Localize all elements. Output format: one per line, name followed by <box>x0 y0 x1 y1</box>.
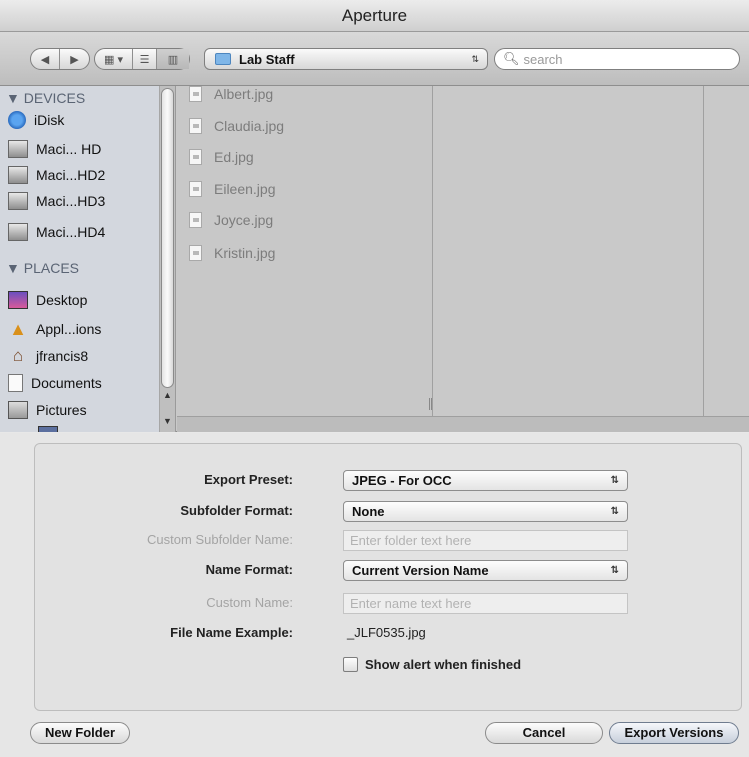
file-item[interactable]: Claudia.jpg <box>189 114 284 138</box>
popup-arrows-icon: ⇅ <box>610 475 619 486</box>
popup-arrows-icon: ⇅ <box>610 506 619 517</box>
sidebar-item-documents[interactable]: Documents <box>8 373 102 393</box>
back-arrow-icon: ◀ <box>40 53 50 66</box>
places-header[interactable]: ▼ PLACES <box>6 260 79 276</box>
name-format-label: Name Format: <box>205 562 293 577</box>
jpeg-file-icon <box>189 86 202 102</box>
file-name-example-label: File Name Example: <box>170 625 293 640</box>
column-view-button[interactable]: ▥ <box>157 49 189 69</box>
jpeg-file-icon <box>189 149 202 165</box>
column-resize-handle[interactable] <box>429 398 432 410</box>
show-alert-label[interactable]: Show alert when finished <box>365 657 521 672</box>
cancel-button[interactable]: Cancel <box>485 722 603 744</box>
preview-column <box>434 86 704 432</box>
horizontal-scrollbar[interactable] <box>177 416 749 432</box>
sidebar: ▼ DEVICES iDisk Maci... HD Maci...HD2 Ma… <box>0 86 176 432</box>
popup-arrows-icon: ⇅ <box>610 565 619 576</box>
home-icon: ⌂ <box>12 346 24 365</box>
sidebar-scrollbar[interactable]: ▲ ▼ <box>159 86 175 432</box>
name-format-popup[interactable]: Current Version Name ⇅ <box>343 560 628 581</box>
back-button[interactable]: ◀ <box>31 49 60 69</box>
location-label: Lab Staff <box>239 51 295 67</box>
subfolder-format-label: Subfolder Format: <box>180 503 293 518</box>
icon-view-button[interactable]: ▦ ▾ <box>95 49 133 69</box>
location-popup[interactable]: Lab Staff ⇅ <box>204 48 488 70</box>
sidebar-item-hd4[interactable]: Maci...HD4 <box>8 222 105 242</box>
sidebar-item-desktop[interactable]: Desktop <box>8 290 87 310</box>
window-title: Aperture <box>0 0 749 32</box>
new-folder-button[interactable]: New Folder <box>30 722 130 744</box>
columns-icon: ▥ <box>167 53 179 66</box>
custom-subfolder-field[interactable]: Enter folder text here <box>343 530 628 551</box>
toolbar: ◀ ▶ ▦ ▾ ☰ ▥ Lab Staff ⇅ 🔍︎ search <box>0 32 749 86</box>
folder-icon <box>215 53 231 65</box>
subfolder-format-popup[interactable]: None ⇅ <box>343 501 628 522</box>
jpeg-file-icon <box>189 118 202 134</box>
list-icon: ☰ <box>139 53 150 66</box>
file-column: Albert.jpg Claudia.jpg Ed.jpg Eileen.jpg… <box>177 86 433 432</box>
sidebar-item-hd3[interactable]: Maci...HD3 <box>8 191 105 211</box>
devices-header[interactable]: ▼ DEVICES <box>6 90 85 106</box>
custom-subfolder-label: Custom Subfolder Name: <box>147 532 293 547</box>
search-placeholder: search <box>523 51 563 67</box>
hard-drive-icon <box>8 192 28 210</box>
file-browser: ▼ DEVICES iDisk Maci... HD Maci...HD2 Ma… <box>0 86 749 432</box>
sidebar-item-home[interactable]: ⌂ jfrancis8 <box>13 346 88 366</box>
export-preset-label: Export Preset: <box>204 472 293 487</box>
hard-drive-icon <box>8 223 28 241</box>
sidebar-item-pictures[interactable]: Pictures <box>8 400 87 420</box>
pictures-icon <box>8 401 28 419</box>
sidebar-item-hd2[interactable]: Maci...HD2 <box>8 165 105 185</box>
desktop-icon <box>8 291 28 309</box>
icon-grid-icon: ▦ ▾ <box>104 53 123 66</box>
sidebar-item-partial-icon <box>38 426 58 432</box>
options-panel: Export Preset: JPEG - For OCC ⇅ Subfolder… <box>34 443 742 711</box>
scroll-up-icon[interactable]: ▲ <box>163 390 172 400</box>
empty-column <box>705 86 749 432</box>
search-icon: 🔍︎ <box>503 51 520 66</box>
search-field[interactable]: 🔍︎ search <box>494 48 740 70</box>
export-options: Export Preset: JPEG - For OCC ⇅ Subfolder… <box>0 433 749 757</box>
export-preset-popup[interactable]: JPEG - For OCC ⇅ <box>343 470 628 491</box>
scroll-down-icon[interactable]: ▼ <box>163 416 172 426</box>
file-item[interactable]: Ed.jpg <box>189 145 254 169</box>
list-view-button[interactable]: ☰ <box>133 49 157 69</box>
sidebar-item-idisk[interactable]: iDisk <box>8 110 64 130</box>
file-name-example-value: _JLF0535.jpg <box>347 625 426 640</box>
custom-name-field[interactable]: Enter name text here <box>343 593 628 614</box>
applications-icon: ▲ <box>9 318 27 339</box>
show-alert-checkbox[interactable] <box>343 657 358 672</box>
file-item[interactable]: Albert.jpg <box>189 82 273 106</box>
file-item[interactable]: Kristin.jpg <box>189 241 275 265</box>
hard-drive-icon <box>8 140 28 158</box>
file-item[interactable]: Eileen.jpg <box>189 177 276 201</box>
jpeg-file-icon <box>189 212 202 228</box>
forward-button[interactable]: ▶ <box>60 49 89 69</box>
sidebar-item-hd[interactable]: Maci... HD <box>8 139 101 159</box>
documents-icon <box>8 374 23 392</box>
sidebar-scroll-thumb[interactable] <box>161 88 174 388</box>
idisk-icon <box>8 111 26 129</box>
hard-drive-icon <box>8 166 28 184</box>
file-item[interactable]: Joyce.jpg <box>189 208 273 232</box>
sidebar-item-applications[interactable]: ▲ Appl...ions <box>9 319 101 339</box>
jpeg-file-icon <box>189 181 202 197</box>
view-mode-control: ▦ ▾ ☰ ▥ <box>94 48 190 70</box>
forward-arrow-icon: ▶ <box>70 53 79 66</box>
popup-arrows-icon: ⇅ <box>471 53 479 64</box>
custom-name-label: Custom Name: <box>206 595 293 610</box>
history-nav: ◀ ▶ <box>30 48 90 70</box>
jpeg-file-icon <box>189 245 202 261</box>
export-versions-button[interactable]: Export Versions <box>609 722 739 744</box>
